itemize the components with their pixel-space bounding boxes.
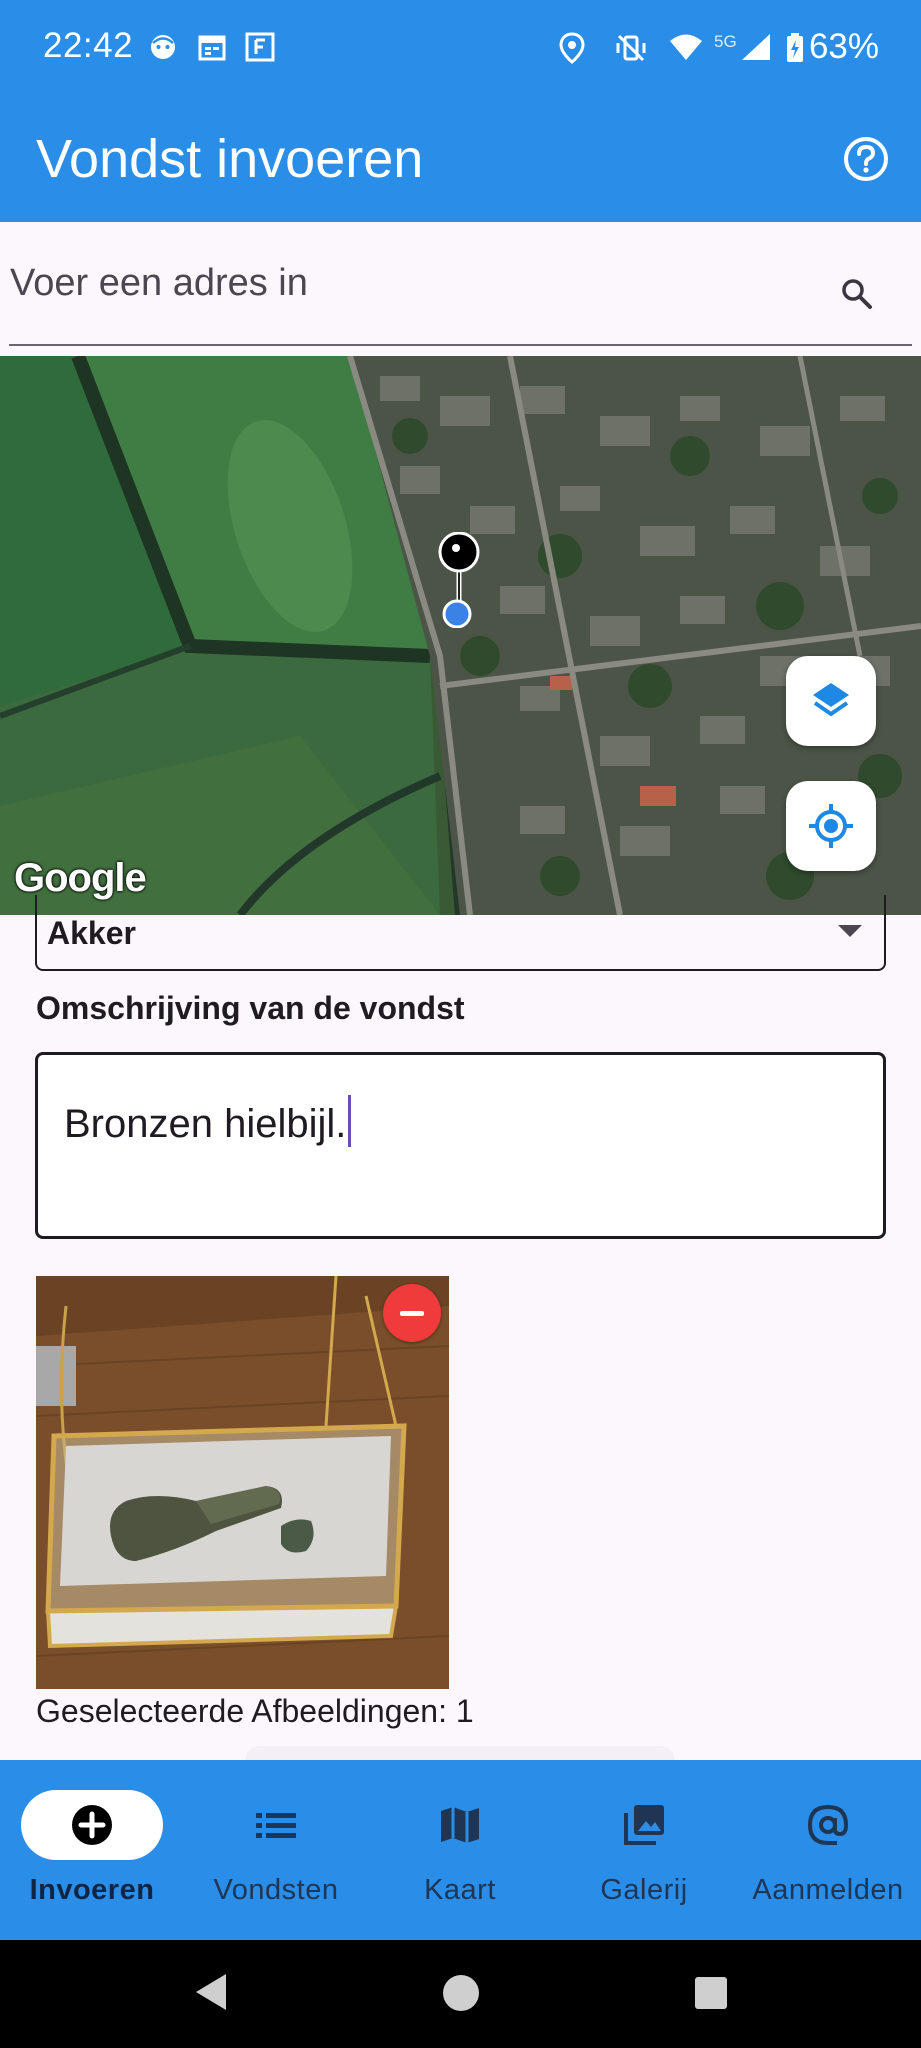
nav-item-aanmelden[interactable]: Aanmelden (736, 1760, 920, 1940)
status-bar: 22:42 5G 63% (0, 0, 921, 96)
dropdown-arrow-icon (838, 925, 862, 937)
location-icon (559, 32, 585, 64)
selected-images-count: Geselecteerde Afbeeldingen: 1 (36, 1693, 474, 1729)
location-pin-icon[interactable] (434, 532, 484, 628)
back-icon[interactable] (190, 1970, 230, 2014)
face-notification-icon (151, 35, 175, 59)
address-search-input[interactable] (10, 262, 790, 305)
address-search (0, 222, 921, 356)
nav-label-kaart: Kaart (424, 1874, 496, 1906)
find-photo (36, 1276, 449, 1689)
my-location-icon (809, 804, 853, 848)
text-cursor (348, 1095, 352, 1147)
list-icon (256, 1813, 296, 1838)
battery-level: 63% (808, 27, 879, 66)
nav-label-aanmelden: Aanmelden (752, 1874, 904, 1906)
selected-image-thumbnail[interactable] (36, 1276, 449, 1689)
description-label: Omschrijving van de vondst (36, 990, 465, 1026)
status-time: 22:42 (43, 26, 134, 65)
nav-label-invoeren: Invoeren (29, 1874, 155, 1906)
map-layers-button[interactable] (786, 656, 876, 746)
description-text: Bronzen hielbijl. (64, 1102, 347, 1146)
nav-item-vondsten[interactable]: Vondsten (184, 1760, 368, 1940)
nav-label-vondsten: Vondsten (213, 1874, 339, 1906)
help-circle-icon[interactable] (843, 136, 889, 182)
network-type: 5G (714, 32, 737, 51)
system-navigation-bar (0, 1940, 921, 2048)
nav-item-invoeren[interactable]: Invoeren (0, 1760, 184, 1940)
search-icon[interactable] (839, 276, 875, 312)
vibrate-off-icon (616, 34, 646, 62)
map-imagery (0, 356, 921, 915)
location-type-dropdown[interactable]: Akker (35, 895, 886, 971)
f-app-icon (245, 32, 275, 62)
app-bar: Vondst invoeren (0, 96, 921, 222)
description-field[interactable]: Bronzen hielbijl. (35, 1052, 886, 1239)
calendar-icon (198, 35, 226, 61)
wifi-icon (670, 34, 702, 60)
satellite-map[interactable]: Google (0, 356, 921, 915)
location-type-value: Akker (47, 915, 136, 951)
at-sign-icon (807, 1804, 849, 1845)
remove-image-button[interactable] (383, 1284, 441, 1342)
gallery-icon (624, 1805, 664, 1845)
nav-label-galerij: Galerij (600, 1874, 688, 1906)
bottom-navigation: Invoeren Vondsten Kaart Galerij Aanmelde… (0, 1760, 921, 1940)
recents-icon[interactable] (694, 1976, 728, 2010)
add-circle-icon (72, 1805, 112, 1845)
home-icon[interactable] (441, 1973, 481, 2013)
my-location-button[interactable] (786, 781, 876, 871)
nav-item-kaart[interactable]: Kaart (368, 1760, 552, 1940)
search-underline (9, 344, 912, 346)
nav-item-galerij[interactable]: Galerij (552, 1760, 736, 1940)
battery-charging-icon (787, 33, 803, 62)
map-icon (441, 1807, 479, 1843)
signal-icon (742, 34, 770, 60)
layers-icon (813, 683, 849, 717)
page-title: Vondst invoeren (36, 129, 424, 189)
